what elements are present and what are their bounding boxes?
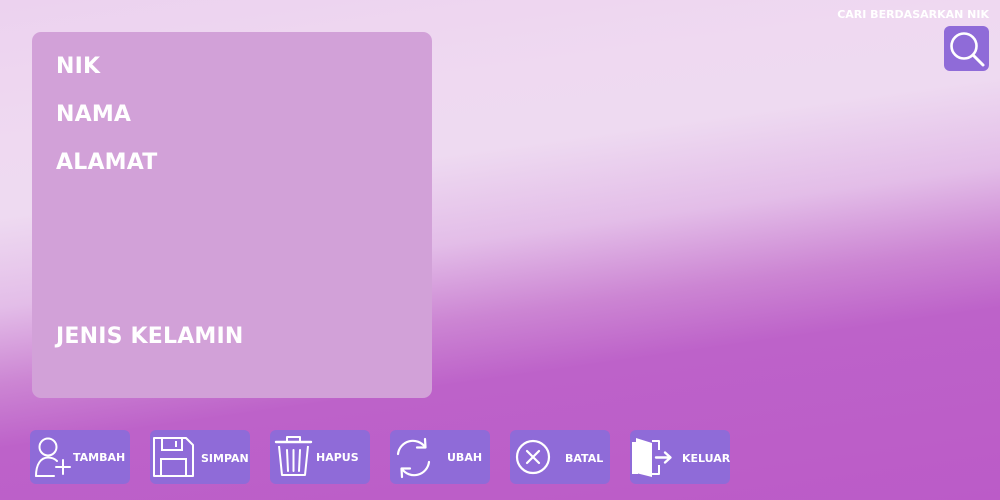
ubah-label: UBAH	[447, 451, 483, 464]
simpan-button[interactable]: SIMPAN	[150, 430, 250, 484]
cancel-icon	[510, 430, 558, 484]
keluar-button[interactable]: KELUAR	[630, 430, 730, 484]
search-icon	[950, 32, 985, 67]
trash-icon	[270, 430, 318, 484]
ubah-button[interactable]: UBAH	[390, 430, 490, 484]
hapus-button[interactable]: HAPUS	[270, 430, 370, 484]
add-user-icon	[30, 430, 78, 484]
search-caption: CARI BERDASARKAN NIK	[837, 8, 989, 21]
form-panel: NIK NAMA ALAMAT JENIS KELAMIN	[32, 32, 432, 398]
hapus-label: HAPUS	[316, 451, 359, 464]
exit-icon	[630, 430, 678, 484]
jenis-kelamin-label: JENIS KELAMIN	[56, 324, 244, 349]
keluar-label: KELUAR	[682, 452, 731, 465]
nik-label: NIK	[56, 54, 101, 79]
nama-label: NAMA	[56, 102, 132, 127]
tambah-label: TAMBAH	[73, 451, 126, 464]
batal-button[interactable]: BATAL	[510, 430, 610, 484]
alamat-label: ALAMAT	[56, 150, 158, 175]
tambah-button[interactable]: TAMBAH	[30, 430, 130, 484]
refresh-icon	[390, 430, 438, 484]
search-button[interactable]	[944, 26, 989, 71]
batal-label: BATAL	[565, 452, 604, 465]
simpan-label: SIMPAN	[201, 452, 249, 465]
save-icon	[150, 430, 198, 484]
